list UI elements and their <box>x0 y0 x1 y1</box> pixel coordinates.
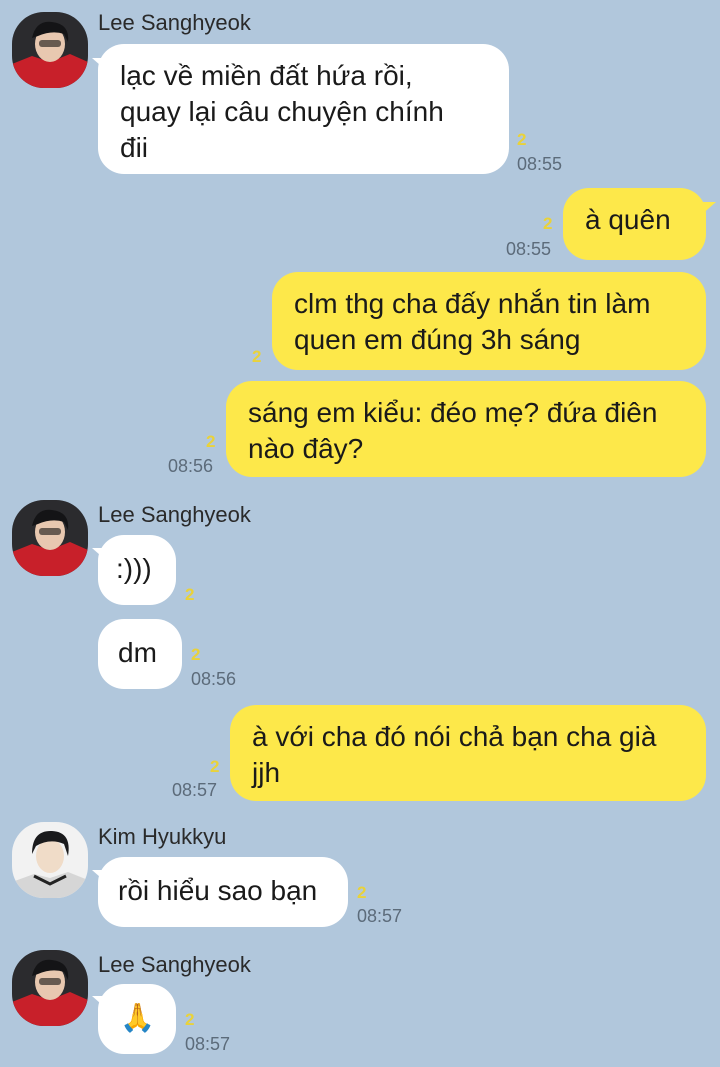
sender-name: Lee Sanghyeok <box>98 952 251 977</box>
message-bubble[interactable]: 🙏 <box>98 984 176 1054</box>
message-bubble[interactable]: à với cha đó nói chả bạn cha già jjh <box>230 705 706 801</box>
avatar-lee-sanghyeok[interactable] <box>12 12 88 88</box>
message-text: lạc về miền đất hứa rồi, <box>120 60 413 91</box>
message-text: à với cha đó nói chả bạn cha già <box>252 721 657 752</box>
message-text: quen em đúng 3h sáng <box>294 324 581 355</box>
message-time: 08:55 <box>506 239 552 259</box>
unread-count: 2 <box>210 757 220 776</box>
message-text: dm <box>118 637 157 668</box>
message-text: đii <box>120 132 149 163</box>
avatar-lee-sanghyeok[interactable] <box>12 950 88 1026</box>
message-time: 08:57 <box>172 780 218 800</box>
message-bubble[interactable]: clm thg cha đấy nhắn tin làm quen em đún… <box>272 272 706 370</box>
message-bubble[interactable]: dm <box>98 619 182 689</box>
message-bubble[interactable]: à quên <box>563 188 706 260</box>
sender-name: Kim Hyukkyu <box>98 824 227 849</box>
unread-count: 2 <box>357 883 367 902</box>
message-text: rồi hiểu sao bạn <box>118 875 318 906</box>
message-time: 08:57 <box>357 906 403 926</box>
message-time: 08:56 <box>168 456 214 476</box>
message-text: sáng em kiểu: đéo mẹ? đứa điên <box>248 397 658 428</box>
avatar-kim-hyukkyu[interactable] <box>12 822 88 898</box>
sender-name: Lee Sanghyeok <box>98 10 251 35</box>
avatar-lee-sanghyeok[interactable] <box>12 500 88 576</box>
message-time: 08:55 <box>517 154 563 174</box>
message-bubble[interactable]: sáng em kiểu: đéo mẹ? đứa điên nào đây? <box>226 381 706 477</box>
message-text: :))) <box>116 553 152 584</box>
message-text: clm thg cha đấy nhắn tin làm <box>294 288 651 319</box>
unread-count: 2 <box>252 347 262 366</box>
folded-hands-emoji: 🙏 <box>120 1002 155 1033</box>
unread-count: 2 <box>543 214 553 233</box>
bubble-tail <box>700 202 716 216</box>
message-text: jjh <box>252 757 281 788</box>
message-time: 08:57 <box>185 1034 231 1054</box>
message-bubble[interactable]: rồi hiểu sao bạn <box>98 857 348 927</box>
message-bubble[interactable]: :))) <box>98 535 176 605</box>
message-time: 08:56 <box>191 669 237 689</box>
message-text: à quên <box>585 204 671 235</box>
unread-count: 2 <box>191 645 201 664</box>
sender-name: Lee Sanghyeok <box>98 502 251 527</box>
message-text: nào đây? <box>248 433 364 464</box>
unread-count: 2 <box>185 585 195 604</box>
message-bubble[interactable]: lạc về miền đất hứa rồi, quay lại câu ch… <box>98 44 509 174</box>
unread-count: 2 <box>517 130 527 149</box>
unread-count: 2 <box>185 1010 195 1029</box>
message-text: quay lại câu chuyện chính <box>120 96 444 127</box>
unread-count: 2 <box>206 432 216 451</box>
